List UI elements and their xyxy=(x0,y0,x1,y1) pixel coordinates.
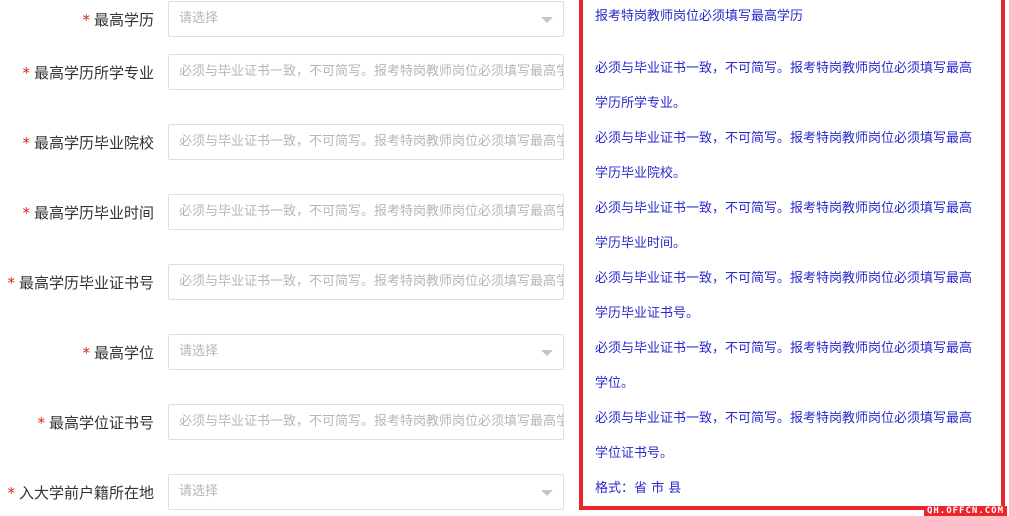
form-row-graduation-time: * 最高学历毕业时间 必须与毕业证书一致，不可简写。报考特岗教师岗位必须填写最高学… xyxy=(0,193,570,233)
hint-line: 学历所学专业。 xyxy=(595,96,687,111)
hint-line: 必须与毕业证书一致，不可简写。报考特岗教师岗位必须填写最高 xyxy=(595,131,973,146)
form-row-highest-education: * 最高学历 请选择 xyxy=(0,0,570,40)
hint-line: 学位。 xyxy=(595,376,635,391)
hint-line: 必须与毕业证书一致，不可简写。报考特岗教师岗位必须填写最高 xyxy=(595,61,973,76)
field-label: * 最高学历毕业证书号 xyxy=(7,263,154,303)
highest-education-select[interactable]: 请选择 xyxy=(168,1,564,37)
input-placeholder: 必须与毕业证书一致，不可简写。报考特岗教师岗位必须填写最高学历毕业院校 xyxy=(179,134,564,149)
hint-annotation-panel: 报考特岗教师岗位必须填写最高学历 必须与毕业证书一致，不可简写。报考特岗教师岗位… xyxy=(579,0,1005,510)
input-placeholder: 必须与毕业证书一致，不可简写。报考特岗教师岗位必须填写最高学历毕业证书号 xyxy=(179,274,563,289)
required-marker: * xyxy=(7,274,15,292)
input-placeholder: 必须与毕业证书一致，不可简写。报考特岗教师岗位必须填写最高学历毕业时间 xyxy=(179,204,564,219)
hint-line: 报考特岗教师岗位必须填写最高学历 xyxy=(595,9,804,24)
highest-education-label: 最高学历 xyxy=(93,11,154,29)
required-marker: * xyxy=(22,134,30,152)
hint-line: 必须与毕业证书一致，不可简写。报考特岗教师岗位必须填写最高 xyxy=(595,411,973,426)
required-marker: * xyxy=(22,204,30,222)
field-label: * 入大学前户籍所在地 xyxy=(7,473,154,513)
form-row-degree-certificate: *最高学位证书号 必须与毕业证书一致，不可简写。报考特岗教师岗位必须填写最高学位… xyxy=(0,403,570,443)
graduation-school-label: 最高学历毕业院校 xyxy=(33,134,154,152)
hint-line: 必须与毕业证书一致，不可简写。报考特岗教师岗位必须填写最高 xyxy=(595,341,973,356)
household-registration-label: 入大学前户籍所在地 xyxy=(18,484,154,502)
form-row-graduation-school: * 最高学历毕业院校 必须与毕业证书一致，不可简写。报考特岗教师岗位必须填写最高学… xyxy=(0,123,570,163)
household-registration-select[interactable]: 请选择 xyxy=(168,474,564,510)
highest-degree-label: 最高学位 xyxy=(93,344,154,362)
required-marker: * xyxy=(7,484,15,502)
hint-line: 必须与毕业证书一致，不可简写。报考特岗教师岗位必须填写最高 xyxy=(595,271,973,286)
graduation-time-input[interactable]: 必须与毕业证书一致，不可简写。报考特岗教师岗位必须填写最高学历毕业时间 xyxy=(168,194,564,230)
major-label: 最高学历所学专业 xyxy=(33,64,154,82)
caret-down-icon xyxy=(541,490,553,496)
form-row-diploma-number: * 最高学历毕业证书号 必须与毕业证书一致，不可简写。报考特岗教师岗位必须填写最高… xyxy=(0,263,570,303)
hint-line: 必须与毕业证书一致，不可简写。报考特岗教师岗位必须填写最高 xyxy=(595,201,973,216)
required-marker: * xyxy=(82,344,90,362)
input-placeholder: 必须与毕业证书一致，不可简写。报考特岗教师岗位必须填写最高学位证书号 xyxy=(179,414,563,429)
field-label: * 最高学历毕业时间 xyxy=(22,193,154,233)
hint-line: 格式：省 市 县 xyxy=(595,481,682,496)
select-placeholder: 请选择 xyxy=(179,344,219,359)
highest-degree-select[interactable]: 请选择 xyxy=(168,334,564,370)
select-placeholder: 请选择 xyxy=(179,11,219,26)
graduation-school-input[interactable]: 必须与毕业证书一致，不可简写。报考特岗教师岗位必须填写最高学历毕业院校 xyxy=(168,124,564,160)
form-row-highest-degree: * 最高学位 请选择 xyxy=(0,333,570,373)
field-label: * 最高学历 xyxy=(82,0,154,40)
required-marker: * xyxy=(37,414,45,432)
degree-certificate-input[interactable]: 必须与毕业证书一致，不可简写。报考特岗教师岗位必须填写最高学位证书号 xyxy=(168,404,564,440)
diploma-number-input[interactable]: 必须与毕业证书一致，不可简写。报考特岗教师岗位必须填写最高学历毕业证书号 xyxy=(168,264,564,300)
site-watermark: QH.OFFCN.COM xyxy=(923,506,1007,516)
hint-line: 学历毕业时间。 xyxy=(595,236,687,251)
hint-line: 学位证书号。 xyxy=(595,446,674,461)
field-label: * 最高学位证书号 xyxy=(37,403,154,443)
field-label: * 最高学历所学专业 xyxy=(22,53,154,93)
caret-down-icon xyxy=(541,350,553,356)
graduation-time-label: 最高学历毕业时间 xyxy=(33,204,154,222)
select-placeholder: 请选择 xyxy=(179,484,219,499)
diploma-number-label: 最高学历毕业证书号 xyxy=(18,274,154,292)
required-marker: * xyxy=(22,64,30,82)
caret-down-icon xyxy=(541,17,553,23)
major-input[interactable]: 必须与毕业证书一致，不可简写。报考特岗教师岗位必须填写最高学历所学专业 xyxy=(168,54,564,90)
hint-line: 学历毕业院校。 xyxy=(595,166,687,181)
form-row-household-registration: * 入大学前户籍所在地 请选择 xyxy=(0,473,570,513)
field-label: * 最高学历毕业院校 xyxy=(22,123,154,163)
degree-certificate-label: 最高学位证书号 xyxy=(48,414,154,432)
form-row-major: * 最高学历所学专业 必须与毕业证书一致，不可简写。报考特岗教师岗位必须填写最高学… xyxy=(0,53,570,93)
input-placeholder: 必须与毕业证书一致，不可简写。报考特岗教师岗位必须填写最高学历所学专业 xyxy=(179,64,564,79)
hint-line: 学历毕业证书号。 xyxy=(595,306,700,321)
field-label: * 最高学位 xyxy=(82,333,154,373)
required-marker: * xyxy=(82,11,90,29)
